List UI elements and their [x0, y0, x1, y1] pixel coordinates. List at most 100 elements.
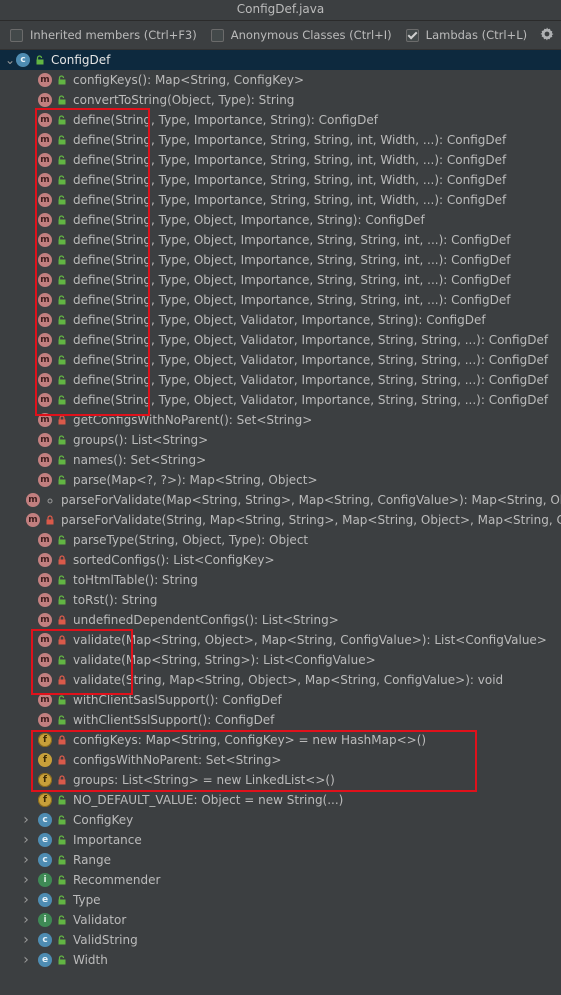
chevron-right-icon[interactable]: ›	[20, 872, 32, 888]
tree-row[interactable]: m validate(String, Map<String, Object>, M…	[0, 670, 561, 690]
tree-row[interactable]: › i Recommender	[0, 870, 561, 890]
private-lock-icon	[57, 615, 67, 625]
chevron-right-icon[interactable]: ›	[20, 832, 32, 848]
lambdas-toggle[interactable]: Lambdas (Ctrl+L)	[405, 28, 528, 42]
chevron-right-icon[interactable]: ›	[20, 952, 32, 968]
chevron-right-icon[interactable]: ›	[20, 812, 32, 828]
tree-row[interactable]: m define(String, Type, Importance, String…	[0, 170, 561, 190]
tree-row[interactable]: m define(String, Type, Object, Importance…	[0, 270, 561, 290]
tree-row[interactable]: m define(String, Type, Object, Importance…	[0, 210, 561, 230]
tree-row[interactable]: m define(String, Type, Object, Validator,…	[0, 350, 561, 370]
tree-row[interactable]: m define(String, Type, Object, Validator,…	[0, 370, 561, 390]
gear-icon[interactable]	[539, 26, 555, 42]
tree-item-label: Validator	[73, 913, 127, 927]
tree-row[interactable]: › e Type	[0, 890, 561, 910]
tree-row[interactable]: m define(String, Type, Importance, String…	[0, 110, 561, 130]
public-lock-icon	[57, 655, 67, 665]
method-icon: m	[38, 273, 52, 287]
lambdas-checkbox[interactable]	[405, 28, 419, 42]
tree-row[interactable]: m define(String, Type, Object, Validator,…	[0, 310, 561, 330]
tree-row[interactable]: m undefinedDependentConfigs(): List<Strin…	[0, 610, 561, 630]
tree-row[interactable]: m withClientSslSupport(): ConfigDef	[0, 710, 561, 730]
chevron-right-icon[interactable]: ›	[20, 932, 32, 948]
private-lock-icon	[57, 755, 67, 765]
window-title: ConfigDef.java	[0, 0, 561, 21]
tree-row[interactable]: ⌄ c ConfigDef	[0, 50, 561, 70]
tree-row[interactable]: m define(String, Type, Object, Importance…	[0, 290, 561, 310]
chevron-right-icon[interactable]: ›	[20, 912, 32, 928]
method-icon: m	[38, 393, 52, 407]
tree-row[interactable]: m parseForValidate(String, Map<String, St…	[0, 510, 561, 530]
tree-row[interactable]: m parseType(String, Object, Type): Object	[0, 530, 561, 550]
inherited-members-toggle[interactable]: Inherited members (Ctrl+F3)	[10, 28, 197, 42]
tree-row[interactable]: m define(String, Type, Importance, String…	[0, 190, 561, 210]
class-icon: c	[38, 933, 52, 947]
method-icon: m	[38, 353, 52, 367]
method-icon: m	[38, 613, 52, 627]
public-lock-icon	[57, 155, 67, 165]
tree-row[interactable]: › c ConfigKey	[0, 810, 561, 830]
tree-item-label: define(String, Type, Importance, String,…	[73, 153, 507, 167]
public-lock-icon	[57, 815, 67, 825]
tree-row[interactable]: › e Width	[0, 950, 561, 970]
tree-row[interactable]: › c Range	[0, 850, 561, 870]
tree-row[interactable]: m toHtmlTable(): String	[0, 570, 561, 590]
tree-row[interactable]: m validate(Map<String, String>): List<Con…	[0, 650, 561, 670]
tree-row[interactable]: › e Importance	[0, 830, 561, 850]
method-icon: m	[38, 333, 52, 347]
tree-row[interactable]: m groups(): List<String>	[0, 430, 561, 450]
anonymous-classes-checkbox[interactable]	[210, 28, 224, 42]
tree-item-label: define(String, Type, Object, Importance,…	[73, 273, 511, 287]
tree-row[interactable]: f NO_DEFAULT_VALUE: Object = new String(.…	[0, 790, 561, 810]
tree-row[interactable]: m convertToString(Object, Type): String	[0, 90, 561, 110]
tree-row[interactable]: m define(String, Type, Object, Importance…	[0, 250, 561, 270]
tree-row[interactable]: m define(String, Type, Object, Importance…	[0, 230, 561, 250]
tree-row[interactable]: f configsWithNoParent: Set<String>	[0, 750, 561, 770]
method-icon: m	[26, 513, 40, 527]
tree-row[interactable]: m names(): Set<String>	[0, 450, 561, 470]
tree-item-label: names(): Set<String>	[73, 453, 207, 467]
inherited-members-checkbox[interactable]	[10, 28, 23, 42]
tree-item-label: configsWithNoParent: Set<String>	[73, 753, 282, 767]
chevron-right-icon[interactable]: ›	[20, 852, 32, 868]
lambdas-label: Lambdas (Ctrl+L)	[425, 28, 528, 42]
structure-tree: ⌄ c ConfigDef m configKeys(): Map<String, Co…	[0, 50, 561, 970]
tree-row[interactable]: m parseForValidate(Map<String, String>, M…	[0, 490, 561, 510]
public-lock-icon	[57, 535, 67, 545]
tree-item-label: withClientSslSupport(): ConfigDef	[73, 713, 275, 727]
tree-row[interactable]: m define(String, Type, Object, Validator,…	[0, 330, 561, 350]
tree-row[interactable]: › i Validator	[0, 910, 561, 930]
tree-row[interactable]: m sortedConfigs(): List<ConfigKey>	[0, 550, 561, 570]
tree-row[interactable]: m getConfigsWithNoParent(): Set<String>	[0, 410, 561, 430]
tree-item-label: ConfigDef	[51, 53, 111, 67]
tree-item-label: define(String, Type, Object, Importance,…	[73, 293, 511, 307]
tree-item-label: ConfigKey	[73, 813, 134, 827]
method-icon: m	[38, 713, 52, 727]
tree-item-label: groups: List<String> = new LinkedList<>(…	[73, 773, 335, 787]
method-icon: m	[38, 633, 52, 647]
method-icon: m	[38, 233, 52, 247]
tree-row[interactable]: m toRst(): String	[0, 590, 561, 610]
private-lock-icon	[57, 675, 67, 685]
tree-item-label: sortedConfigs(): List<ConfigKey>	[73, 553, 275, 567]
private-lock-icon	[57, 635, 67, 645]
tree-row[interactable]: m configKeys(): Map<String, ConfigKey>	[0, 70, 561, 90]
tree-row[interactable]: m withClientSaslSupport(): ConfigDef	[0, 690, 561, 710]
chevron-down-icon[interactable]: ⌄	[4, 54, 16, 66]
tree-item-label: validate(Map<String, Object>, Map<String…	[73, 633, 547, 647]
tree-item-label: define(String, Type, Object, Validator, …	[73, 373, 549, 387]
tree-row[interactable]: m validate(Map<String, Object>, Map<Strin…	[0, 630, 561, 650]
tree-row[interactable]: › c ValidString	[0, 930, 561, 950]
public-lock-icon	[57, 295, 67, 305]
method-icon: m	[38, 553, 52, 567]
tree-row[interactable]: f groups: List<String> = new LinkedList<>…	[0, 770, 561, 790]
tree-row[interactable]: m parse(Map<?, ?>): Map<String, Object>	[0, 470, 561, 490]
tree-row[interactable]: m define(String, Type, Importance, String…	[0, 150, 561, 170]
anonymous-classes-toggle[interactable]: Anonymous Classes (Ctrl+I)	[210, 28, 392, 42]
chevron-right-icon[interactable]: ›	[20, 892, 32, 908]
tree-row[interactable]: f configKeys: Map<String, ConfigKey> = ne…	[0, 730, 561, 750]
method-icon: m	[38, 133, 52, 147]
method-icon: m	[38, 593, 52, 607]
tree-row[interactable]: m define(String, Type, Object, Validator,…	[0, 390, 561, 410]
tree-row[interactable]: m define(String, Type, Importance, String…	[0, 130, 561, 150]
